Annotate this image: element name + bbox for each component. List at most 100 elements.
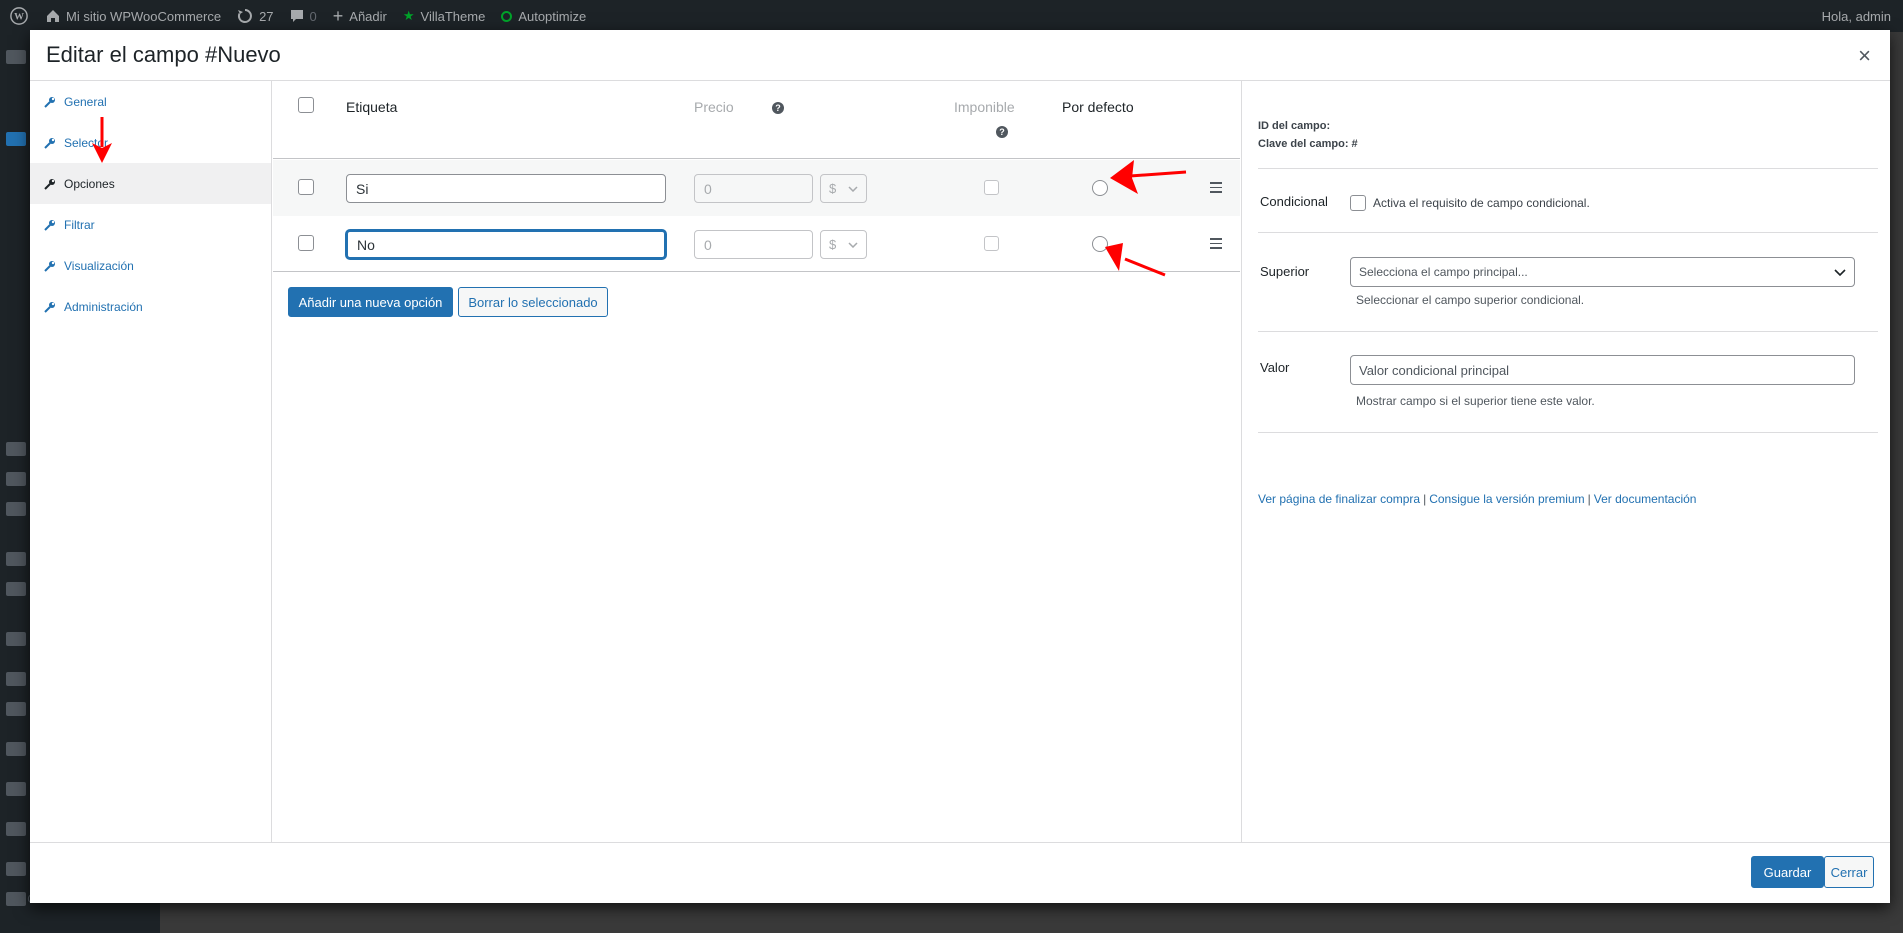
close-icon[interactable]: × bbox=[1839, 30, 1890, 81]
wrench-icon bbox=[44, 178, 55, 190]
currency-value: $ bbox=[829, 237, 837, 252]
currency-select[interactable]: $ bbox=[820, 174, 867, 203]
account-greeting[interactable]: Hola, admin bbox=[1822, 9, 1903, 24]
modal-footer: Guardar Cerrar bbox=[30, 842, 1890, 903]
menu-icon bbox=[6, 782, 26, 796]
chevron-down-icon bbox=[848, 185, 858, 192]
admin-bar: W Mi sitio WPWooCommerce 27 0 + Añadir ★… bbox=[0, 0, 1903, 32]
options-panel: Etiqueta Precio ? Imponible ? Por defect… bbox=[273, 81, 1240, 842]
collapse-icon: ◀ bbox=[10, 892, 20, 906]
menu-icon bbox=[6, 50, 26, 64]
tab-administracion[interactable]: Administración bbox=[30, 286, 271, 327]
site-name-link[interactable]: Mi sitio WPWooCommerce bbox=[38, 0, 229, 32]
plus-icon: + bbox=[332, 5, 344, 26]
autoptimize-label: Autoptimize bbox=[518, 8, 587, 24]
field-meta: ID del campo: Clave del campo: # bbox=[1258, 117, 1358, 153]
conditional-checkbox[interactable] bbox=[1350, 195, 1366, 211]
menu-icon bbox=[6, 742, 26, 756]
edit-field-modal: Editar el campo #Nuevo × General Selecto… bbox=[30, 30, 1890, 903]
status-circle-icon bbox=[501, 10, 513, 22]
add-new-link[interactable]: + Añadir bbox=[325, 0, 395, 32]
divider bbox=[1258, 331, 1878, 332]
tab-opciones[interactable]: Opciones bbox=[30, 163, 271, 204]
header-por-defecto: Por defecto bbox=[1062, 99, 1134, 115]
wrench-icon bbox=[44, 260, 55, 272]
drag-handle-icon[interactable] bbox=[1210, 238, 1222, 252]
home-icon bbox=[46, 9, 60, 23]
select-all-checkbox[interactable] bbox=[298, 97, 314, 113]
updates-icon bbox=[237, 8, 253, 24]
help-icon[interactable]: ? bbox=[996, 126, 1008, 138]
updates-count: 27 bbox=[259, 8, 274, 24]
parent-field-select[interactable]: Selecciona el campo principal... bbox=[1350, 257, 1855, 287]
get-premium-link[interactable]: Consigue la versión premium bbox=[1429, 492, 1584, 506]
option-price-input[interactable]: 0 bbox=[694, 230, 813, 259]
header-precio: Precio bbox=[694, 99, 734, 115]
menu-icon bbox=[6, 442, 26, 456]
star-icon: ★ bbox=[402, 8, 415, 23]
tab-label: Opciones bbox=[64, 176, 115, 191]
menu-icon bbox=[6, 582, 26, 596]
tab-visualizacion[interactable]: Visualización bbox=[30, 245, 271, 286]
field-id-label: ID del campo: bbox=[1258, 120, 1331, 132]
option-label-input[interactable]: Si bbox=[346, 174, 666, 203]
row-checkbox[interactable] bbox=[298, 179, 314, 195]
table-row: Si 0 $ bbox=[273, 160, 1240, 216]
tab-filtrar[interactable]: Filtrar bbox=[30, 204, 271, 245]
view-docs-link[interactable]: Ver documentación bbox=[1594, 492, 1697, 506]
tab-label: General bbox=[64, 94, 107, 109]
villatheme-link[interactable]: ★ VillaTheme bbox=[395, 0, 493, 32]
options-table-header: Etiqueta Precio ? Imponible ? Por defect… bbox=[273, 81, 1240, 159]
comments-link[interactable]: 0 bbox=[282, 0, 325, 32]
comment-icon bbox=[290, 9, 304, 23]
parent-select-placeholder: Selecciona el campo principal... bbox=[1359, 265, 1528, 279]
row-checkbox[interactable] bbox=[298, 235, 314, 251]
option-label-input[interactable]: No bbox=[346, 230, 666, 259]
wrench-icon bbox=[44, 301, 55, 313]
close-button[interactable]: Cerrar bbox=[1824, 856, 1874, 888]
drag-handle-icon[interactable] bbox=[1210, 182, 1222, 196]
delete-selected-button[interactable]: Borrar lo seleccionado bbox=[458, 287, 608, 317]
default-radio[interactable] bbox=[1092, 180, 1108, 196]
modal-header: Editar el campo #Nuevo × bbox=[30, 30, 1890, 81]
taxable-checkbox[interactable] bbox=[984, 180, 999, 195]
chevron-down-icon bbox=[848, 241, 858, 248]
menu-icon bbox=[6, 132, 26, 146]
currency-select[interactable]: $ bbox=[820, 230, 867, 259]
menu-icon bbox=[6, 702, 26, 716]
villatheme-label: VillaTheme bbox=[420, 8, 486, 24]
divider bbox=[1258, 232, 1878, 233]
wrench-icon bbox=[44, 219, 55, 231]
table-row: No 0 $ bbox=[273, 216, 1240, 272]
help-icon[interactable]: ? bbox=[772, 102, 784, 114]
taxable-checkbox[interactable] bbox=[984, 236, 999, 251]
parent-description: Seleccionar el campo superior condiciona… bbox=[1356, 293, 1585, 307]
updates-link[interactable]: 27 bbox=[229, 0, 281, 32]
option-price-input[interactable]: 0 bbox=[694, 174, 813, 203]
tab-general[interactable]: General bbox=[30, 81, 271, 122]
tab-selector[interactable]: Selector bbox=[30, 122, 271, 163]
wrench-icon bbox=[44, 137, 55, 149]
wordpress-logo-icon[interactable]: W bbox=[0, 0, 38, 32]
svg-text:W: W bbox=[14, 12, 24, 23]
modal-tabs: General Selector Opciones Filtrar Visual… bbox=[30, 81, 272, 842]
menu-icon bbox=[6, 822, 26, 836]
tab-label: Visualización bbox=[64, 258, 134, 273]
autoptimize-link[interactable]: Autoptimize bbox=[493, 0, 594, 32]
save-button[interactable]: Guardar bbox=[1751, 856, 1824, 888]
menu-icon bbox=[6, 472, 26, 486]
modal-title: Editar el campo #Nuevo bbox=[46, 42, 281, 67]
field-settings-panel: ID del campo: Clave del campo: # Condici… bbox=[1241, 81, 1890, 842]
menu-icon bbox=[6, 672, 26, 686]
menu-icon bbox=[6, 862, 26, 876]
view-checkout-link[interactable]: Ver página de finalizar compra bbox=[1258, 492, 1420, 506]
menu-icon bbox=[6, 632, 26, 646]
field-key-label: Clave del campo: # bbox=[1258, 138, 1358, 150]
menu-icon bbox=[6, 552, 26, 566]
default-radio[interactable] bbox=[1092, 236, 1108, 252]
tab-label: Administración bbox=[64, 299, 143, 314]
comments-count: 0 bbox=[309, 8, 317, 24]
conditional-value-input[interactable]: Valor condicional principal bbox=[1350, 355, 1855, 385]
conditional-label: Condicional bbox=[1260, 194, 1328, 209]
add-option-button[interactable]: Añadir una nueva opción bbox=[288, 287, 453, 317]
